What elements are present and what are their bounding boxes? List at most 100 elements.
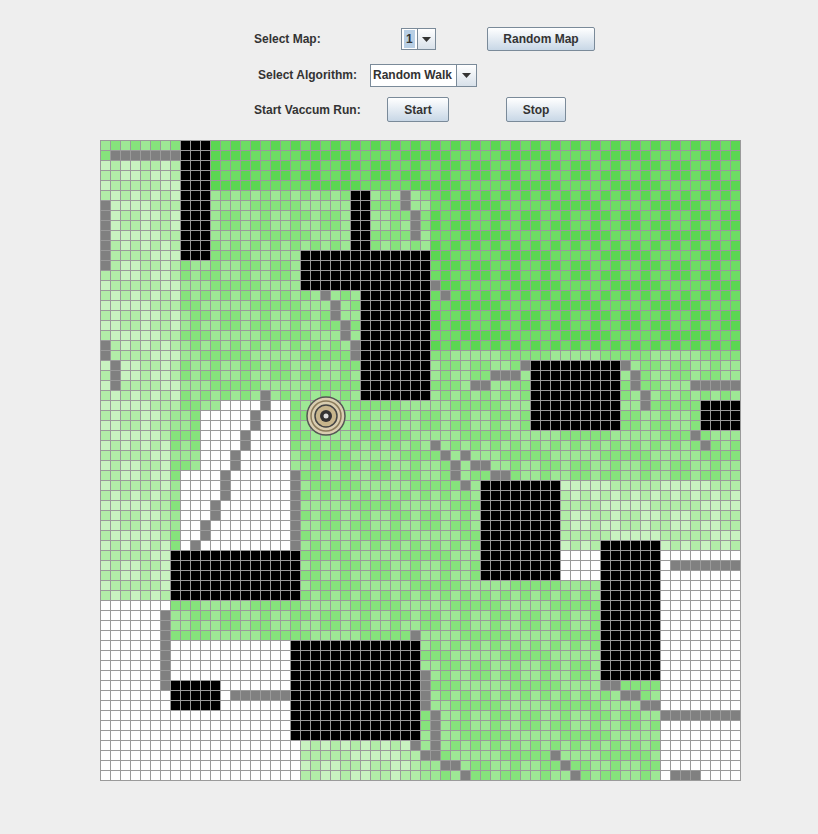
map-cell	[261, 341, 270, 350]
map-cell	[601, 261, 610, 270]
map-cell	[651, 231, 660, 240]
map-cell	[411, 371, 420, 380]
map-cell	[501, 261, 510, 270]
map-cell	[101, 321, 110, 330]
map-cell	[701, 291, 710, 300]
map-cell	[611, 231, 620, 240]
map-cell	[401, 311, 410, 320]
map-cell	[111, 331, 120, 340]
map-cell	[481, 151, 490, 160]
map-cell	[271, 271, 280, 280]
map-cell	[471, 161, 480, 170]
map-cell	[501, 361, 510, 370]
random-map-button[interactable]: Random Map	[487, 27, 595, 51]
map-cell	[381, 421, 390, 430]
map-cell	[401, 391, 410, 400]
map-cell	[241, 251, 250, 260]
map-cell	[671, 211, 680, 220]
map-cell	[281, 391, 290, 400]
map-cell	[561, 311, 570, 320]
algorithm-dropdown[interactable]: Random Walk	[370, 64, 477, 87]
map-cell	[201, 411, 210, 420]
map-cell	[571, 161, 580, 170]
map-cell	[711, 171, 720, 180]
map-cell	[301, 341, 310, 350]
map-cell	[281, 191, 290, 200]
algorithm-row: Select Algorithm: Random Walk	[0, 63, 818, 87]
map-cell	[261, 221, 270, 230]
map-cell	[161, 221, 170, 230]
map-cell	[231, 231, 240, 240]
map-cell	[571, 431, 580, 440]
map-cell	[381, 281, 390, 290]
map-cell	[481, 171, 490, 180]
map-cell	[351, 251, 360, 260]
map-cell	[441, 171, 450, 180]
map-cell	[261, 191, 270, 200]
map-cell	[381, 141, 390, 150]
map-cell	[191, 171, 200, 180]
map-cell	[151, 351, 160, 360]
map-cell	[111, 141, 120, 150]
map-cell	[241, 301, 250, 310]
map-cell	[691, 281, 700, 290]
dropdown-arrow-icon[interactable]	[417, 29, 435, 49]
map-cell	[441, 361, 450, 370]
map-cell	[361, 221, 370, 230]
map-cell	[341, 191, 350, 200]
map-cell	[621, 301, 630, 310]
map-cell	[421, 441, 430, 450]
map-cell	[161, 181, 170, 190]
map-cell	[701, 371, 710, 380]
map-cell	[711, 261, 720, 270]
map-cell	[341, 431, 350, 440]
map-canvas	[100, 140, 741, 781]
map-cell	[121, 441, 130, 450]
map-cell	[581, 361, 590, 370]
map-cell	[441, 251, 450, 260]
map-cell	[691, 361, 700, 370]
map-cell	[471, 421, 480, 430]
dropdown-arrow-icon[interactable]	[456, 65, 476, 86]
map-cell	[561, 441, 570, 450]
map-cell	[711, 271, 720, 280]
map-cell	[551, 421, 560, 430]
map-cell	[131, 151, 140, 160]
map-cell	[441, 351, 450, 360]
map-cell	[721, 271, 730, 280]
map-cell	[151, 291, 160, 300]
map-cell	[291, 251, 300, 260]
map-cell	[651, 411, 660, 420]
map-cell	[381, 391, 390, 400]
map-cell	[311, 221, 320, 230]
map-cell	[371, 361, 380, 370]
map-cell	[691, 301, 700, 310]
start-button[interactable]: Start	[387, 97, 449, 122]
map-cell	[111, 421, 120, 430]
map-dropdown[interactable]: 1	[401, 28, 436, 50]
map-cell	[121, 261, 130, 270]
map-cell	[521, 371, 530, 380]
map-cell	[241, 401, 250, 410]
map-cell	[161, 201, 170, 210]
map-cell	[631, 141, 640, 150]
map-cell	[191, 211, 200, 220]
map-cell	[471, 201, 480, 210]
map-cell	[511, 181, 520, 190]
map-cell	[391, 431, 400, 440]
map-cell	[561, 151, 570, 160]
map-cell	[581, 151, 590, 160]
map-cell	[421, 401, 430, 410]
map-cell	[501, 311, 510, 320]
map-cell	[541, 261, 550, 270]
map-cell	[711, 311, 720, 320]
map-cell	[271, 161, 280, 170]
map-cell	[221, 241, 230, 250]
map-cell	[291, 421, 300, 430]
stop-button[interactable]: Stop	[506, 97, 566, 122]
map-cell	[341, 281, 350, 290]
map-cell	[731, 151, 740, 160]
map-cell	[731, 401, 740, 410]
map-cell	[381, 241, 390, 250]
map-cell	[191, 421, 200, 430]
